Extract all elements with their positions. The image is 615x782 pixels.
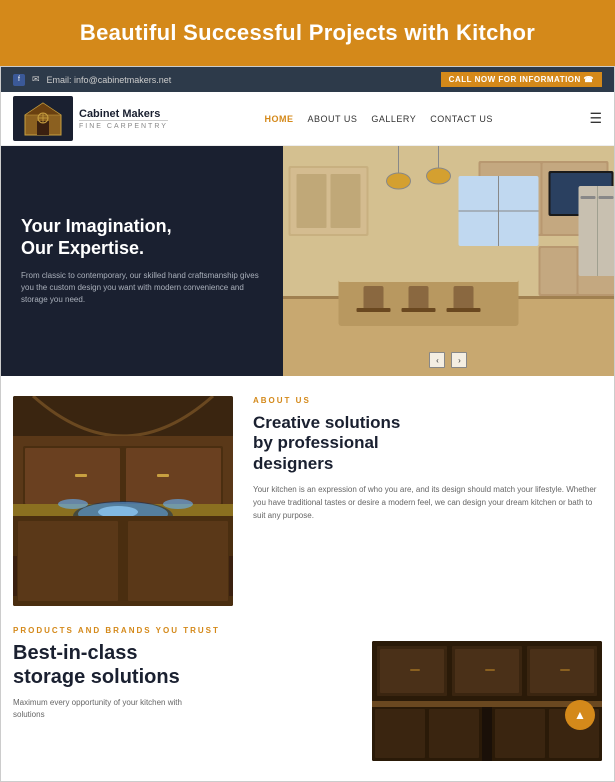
about-image [13,396,233,606]
nav-gallery[interactable]: GALLERY [371,114,416,124]
hero-banner-title: Beautiful Successful Projects with Kitch… [40,20,575,46]
email-label: Email: info@cabinetmakers.net [47,75,172,85]
nav-links: HOME ABOUT US GALLERY CONTACT US [265,114,493,124]
logo-sub: FINE CARPENTRY [79,120,168,130]
carousel-controls: ‹ › [429,352,467,368]
kitchen-image [283,146,614,376]
about-description: Your kitchen is an expression of who you… [253,484,602,522]
products-bottom: Best-in-class storage solutions Maximum … [13,641,602,761]
email-icon: ✉ [32,74,40,85]
scroll-to-top-button[interactable]: ▲ [565,700,595,730]
about-content: ABOUT US Creative solutions by professio… [253,396,602,523]
call-now-button[interactable]: CALL NOW FOR INFORMATION ☎ [441,72,602,87]
logo-name: Cabinet Makers [79,108,168,120]
logo-text-block: Cabinet Makers FINE CARPENTRY [79,108,168,130]
nav-bar: Cabinet Makers FINE CARPENTRY HOME ABOUT… [1,92,614,146]
products-image [372,641,602,761]
carousel-prev-button[interactable]: ‹ [429,352,445,368]
nav-contact[interactable]: CONTACT US [430,114,493,124]
nav-home[interactable]: HOME [265,114,294,124]
products-section-label: PRODUCTS AND BRANDS YOU TRUST [13,626,602,635]
products-section: PRODUCTS AND BRANDS YOU TRUST Best-in-cl… [1,626,614,781]
hero-left-panel: Your Imagination, Our Expertise. From cl… [1,146,283,376]
hero-banner: Beautiful Successful Projects with Kitch… [0,0,615,66]
about-title: Creative solutions by professional desig… [253,413,602,474]
products-title: Best-in-class storage solutions [13,641,213,689]
hero-description: From classic to contemporary, our skille… [21,270,263,306]
hero-right-panel: ‹ › [283,146,614,376]
hero-section: Your Imagination, Our Expertise. From cl… [1,146,614,376]
top-bar: f ✉ Email: info@cabinetmakers.net CALL N… [1,67,614,92]
top-bar-left: f ✉ Email: info@cabinetmakers.net [13,74,171,86]
about-section-label: ABOUT US [253,396,602,405]
logo-icon [13,96,73,141]
hero-heading: Your Imagination, Our Expertise. [21,216,263,259]
carousel-next-button[interactable]: › [451,352,467,368]
site-frame: f ✉ Email: info@cabinetmakers.net CALL N… [0,66,615,782]
hamburger-menu[interactable]: ☰ [589,110,602,127]
products-text: Best-in-class storage solutions Maximum … [13,641,360,761]
products-description: Maximum every opportunity of your kitche… [13,697,213,721]
nav-logo: Cabinet Makers FINE CARPENTRY [13,96,168,141]
about-section: ABOUT US Creative solutions by professio… [1,376,614,626]
facebook-icon[interactable]: f [13,74,25,86]
nav-about[interactable]: ABOUT US [308,114,358,124]
